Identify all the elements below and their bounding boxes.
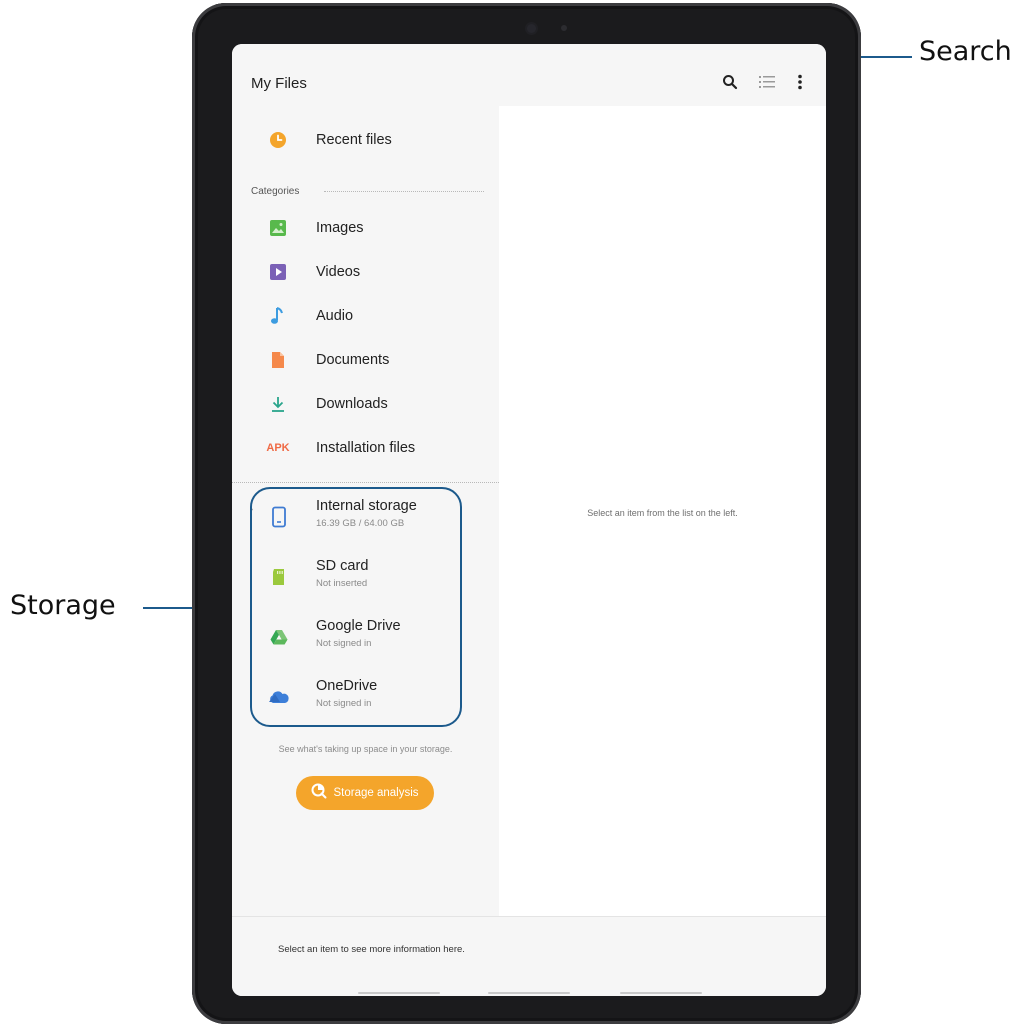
storage-hint: See what's taking up space in your stora… bbox=[278, 744, 453, 754]
info-panel: Select an item to see more information h… bbox=[232, 916, 826, 996]
nav-bar-segment bbox=[620, 992, 702, 994]
callout-storage: Storage bbox=[10, 590, 116, 621]
nav-bar-segment bbox=[358, 992, 440, 994]
download-icon bbox=[268, 394, 288, 414]
more-options-icon[interactable] bbox=[788, 70, 812, 94]
storage-divider bbox=[232, 482, 499, 483]
category-label: Installation files bbox=[316, 440, 416, 456]
storage-highlight-box bbox=[250, 487, 462, 727]
app-title: My Files bbox=[251, 75, 307, 92]
storage-analysis-icon bbox=[311, 783, 327, 804]
callout-search: Search bbox=[919, 36, 1012, 67]
category-installation-files[interactable]: APK Installation files bbox=[232, 428, 499, 468]
category-documents[interactable]: Documents bbox=[232, 340, 499, 380]
category-label: Downloads bbox=[316, 396, 388, 412]
search-icon[interactable] bbox=[718, 70, 742, 94]
recent-files-item[interactable]: Recent files bbox=[232, 120, 499, 160]
recent-files-label: Recent files bbox=[316, 132, 392, 148]
clock-icon bbox=[268, 130, 288, 150]
video-icon bbox=[268, 262, 288, 282]
category-downloads[interactable]: Downloads bbox=[232, 384, 499, 424]
category-label: Audio bbox=[316, 308, 354, 324]
image-icon bbox=[268, 218, 288, 238]
category-images[interactable]: Images bbox=[232, 208, 499, 248]
category-audio[interactable]: Audio bbox=[232, 296, 499, 336]
list-view-icon[interactable] bbox=[755, 70, 779, 94]
document-icon bbox=[268, 350, 288, 370]
nav-bar-segment bbox=[488, 992, 570, 994]
sensor bbox=[561, 25, 567, 31]
storage-analysis-label: Storage analysis bbox=[333, 787, 419, 799]
apk-badge-text: APK bbox=[266, 442, 290, 454]
info-placeholder: Select an item to see more information h… bbox=[278, 944, 465, 955]
apk-icon: APK bbox=[264, 438, 292, 458]
category-label: Documents bbox=[316, 352, 390, 368]
category-videos[interactable]: Videos bbox=[232, 252, 499, 292]
categories-heading: Categories bbox=[251, 186, 300, 197]
app-bar: My Files bbox=[232, 44, 826, 106]
storage-analysis-button[interactable]: Storage analysis bbox=[296, 776, 434, 810]
category-label: Videos bbox=[316, 264, 361, 280]
category-label: Images bbox=[316, 220, 364, 236]
front-camera bbox=[527, 24, 536, 33]
music-note-icon bbox=[268, 306, 288, 326]
categories-divider bbox=[324, 191, 484, 192]
detail-placeholder: Select an item from the list on the left… bbox=[587, 508, 738, 518]
detail-pane: Select an item from the list on the left… bbox=[499, 106, 826, 916]
